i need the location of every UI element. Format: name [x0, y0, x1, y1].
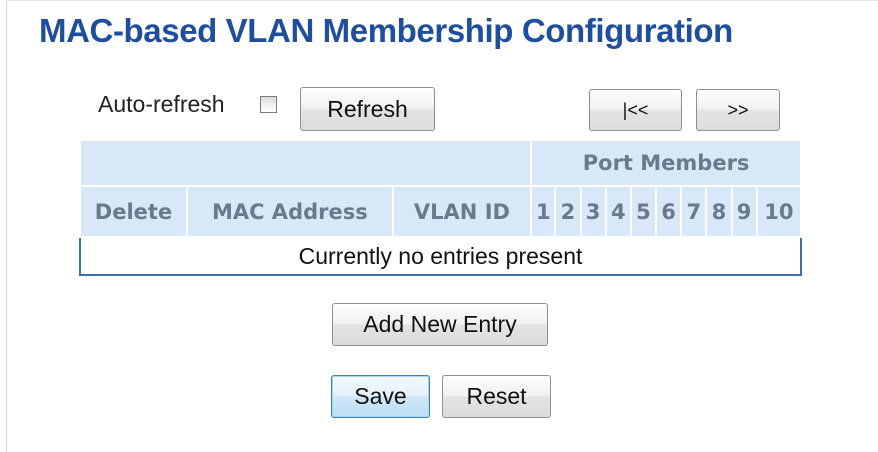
port-header-2: 2: [554, 185, 582, 238]
port-header-3: 3: [579, 185, 607, 238]
refresh-button[interactable]: Refresh: [300, 87, 435, 131]
page-title: MAC-based VLAN Membership Configuration: [39, 12, 733, 49]
auto-refresh-label: Auto-refresh: [98, 91, 225, 117]
reset-button[interactable]: Reset: [442, 375, 551, 418]
column-header-delete: Delete: [78, 185, 189, 238]
column-header-vlan-id: VLAN ID: [391, 185, 533, 238]
port-header-4: 4: [604, 185, 632, 238]
port-header-8: 8: [705, 185, 733, 238]
header-blank-cell: [78, 139, 533, 187]
page: MAC-based VLAN Membership Configuration …: [0, 0, 878, 452]
mac-vlan-table: Port Members Delete MAC Address VLAN ID …: [78, 139, 803, 276]
frame-border-top: [6, 0, 878, 1]
next-page-button[interactable]: >>: [696, 89, 780, 131]
empty-message: Currently no entries present: [80, 237, 801, 275]
auto-refresh-checkbox[interactable]: [260, 96, 277, 113]
port-header-6: 6: [655, 185, 683, 238]
save-button[interactable]: Save: [331, 375, 430, 418]
table-row: Currently no entries present: [80, 237, 801, 275]
port-header-7: 7: [680, 185, 708, 238]
port-members-header: Port Members: [530, 139, 802, 187]
port-header-9: 9: [730, 185, 758, 238]
frame-border-left: [6, 0, 7, 452]
add-new-entry-button[interactable]: Add New Entry: [332, 303, 548, 346]
header-row-columns: Delete MAC Address VLAN ID 1 2 3 4 5 6 7…: [78, 185, 803, 238]
column-header-mac-address: MAC Address: [186, 185, 394, 238]
header-row-group: Port Members: [78, 139, 802, 187]
port-header-10: 10: [755, 185, 803, 238]
port-header-5: 5: [629, 185, 658, 238]
first-page-button[interactable]: |<<: [589, 89, 682, 131]
port-header-1: 1: [530, 185, 557, 238]
